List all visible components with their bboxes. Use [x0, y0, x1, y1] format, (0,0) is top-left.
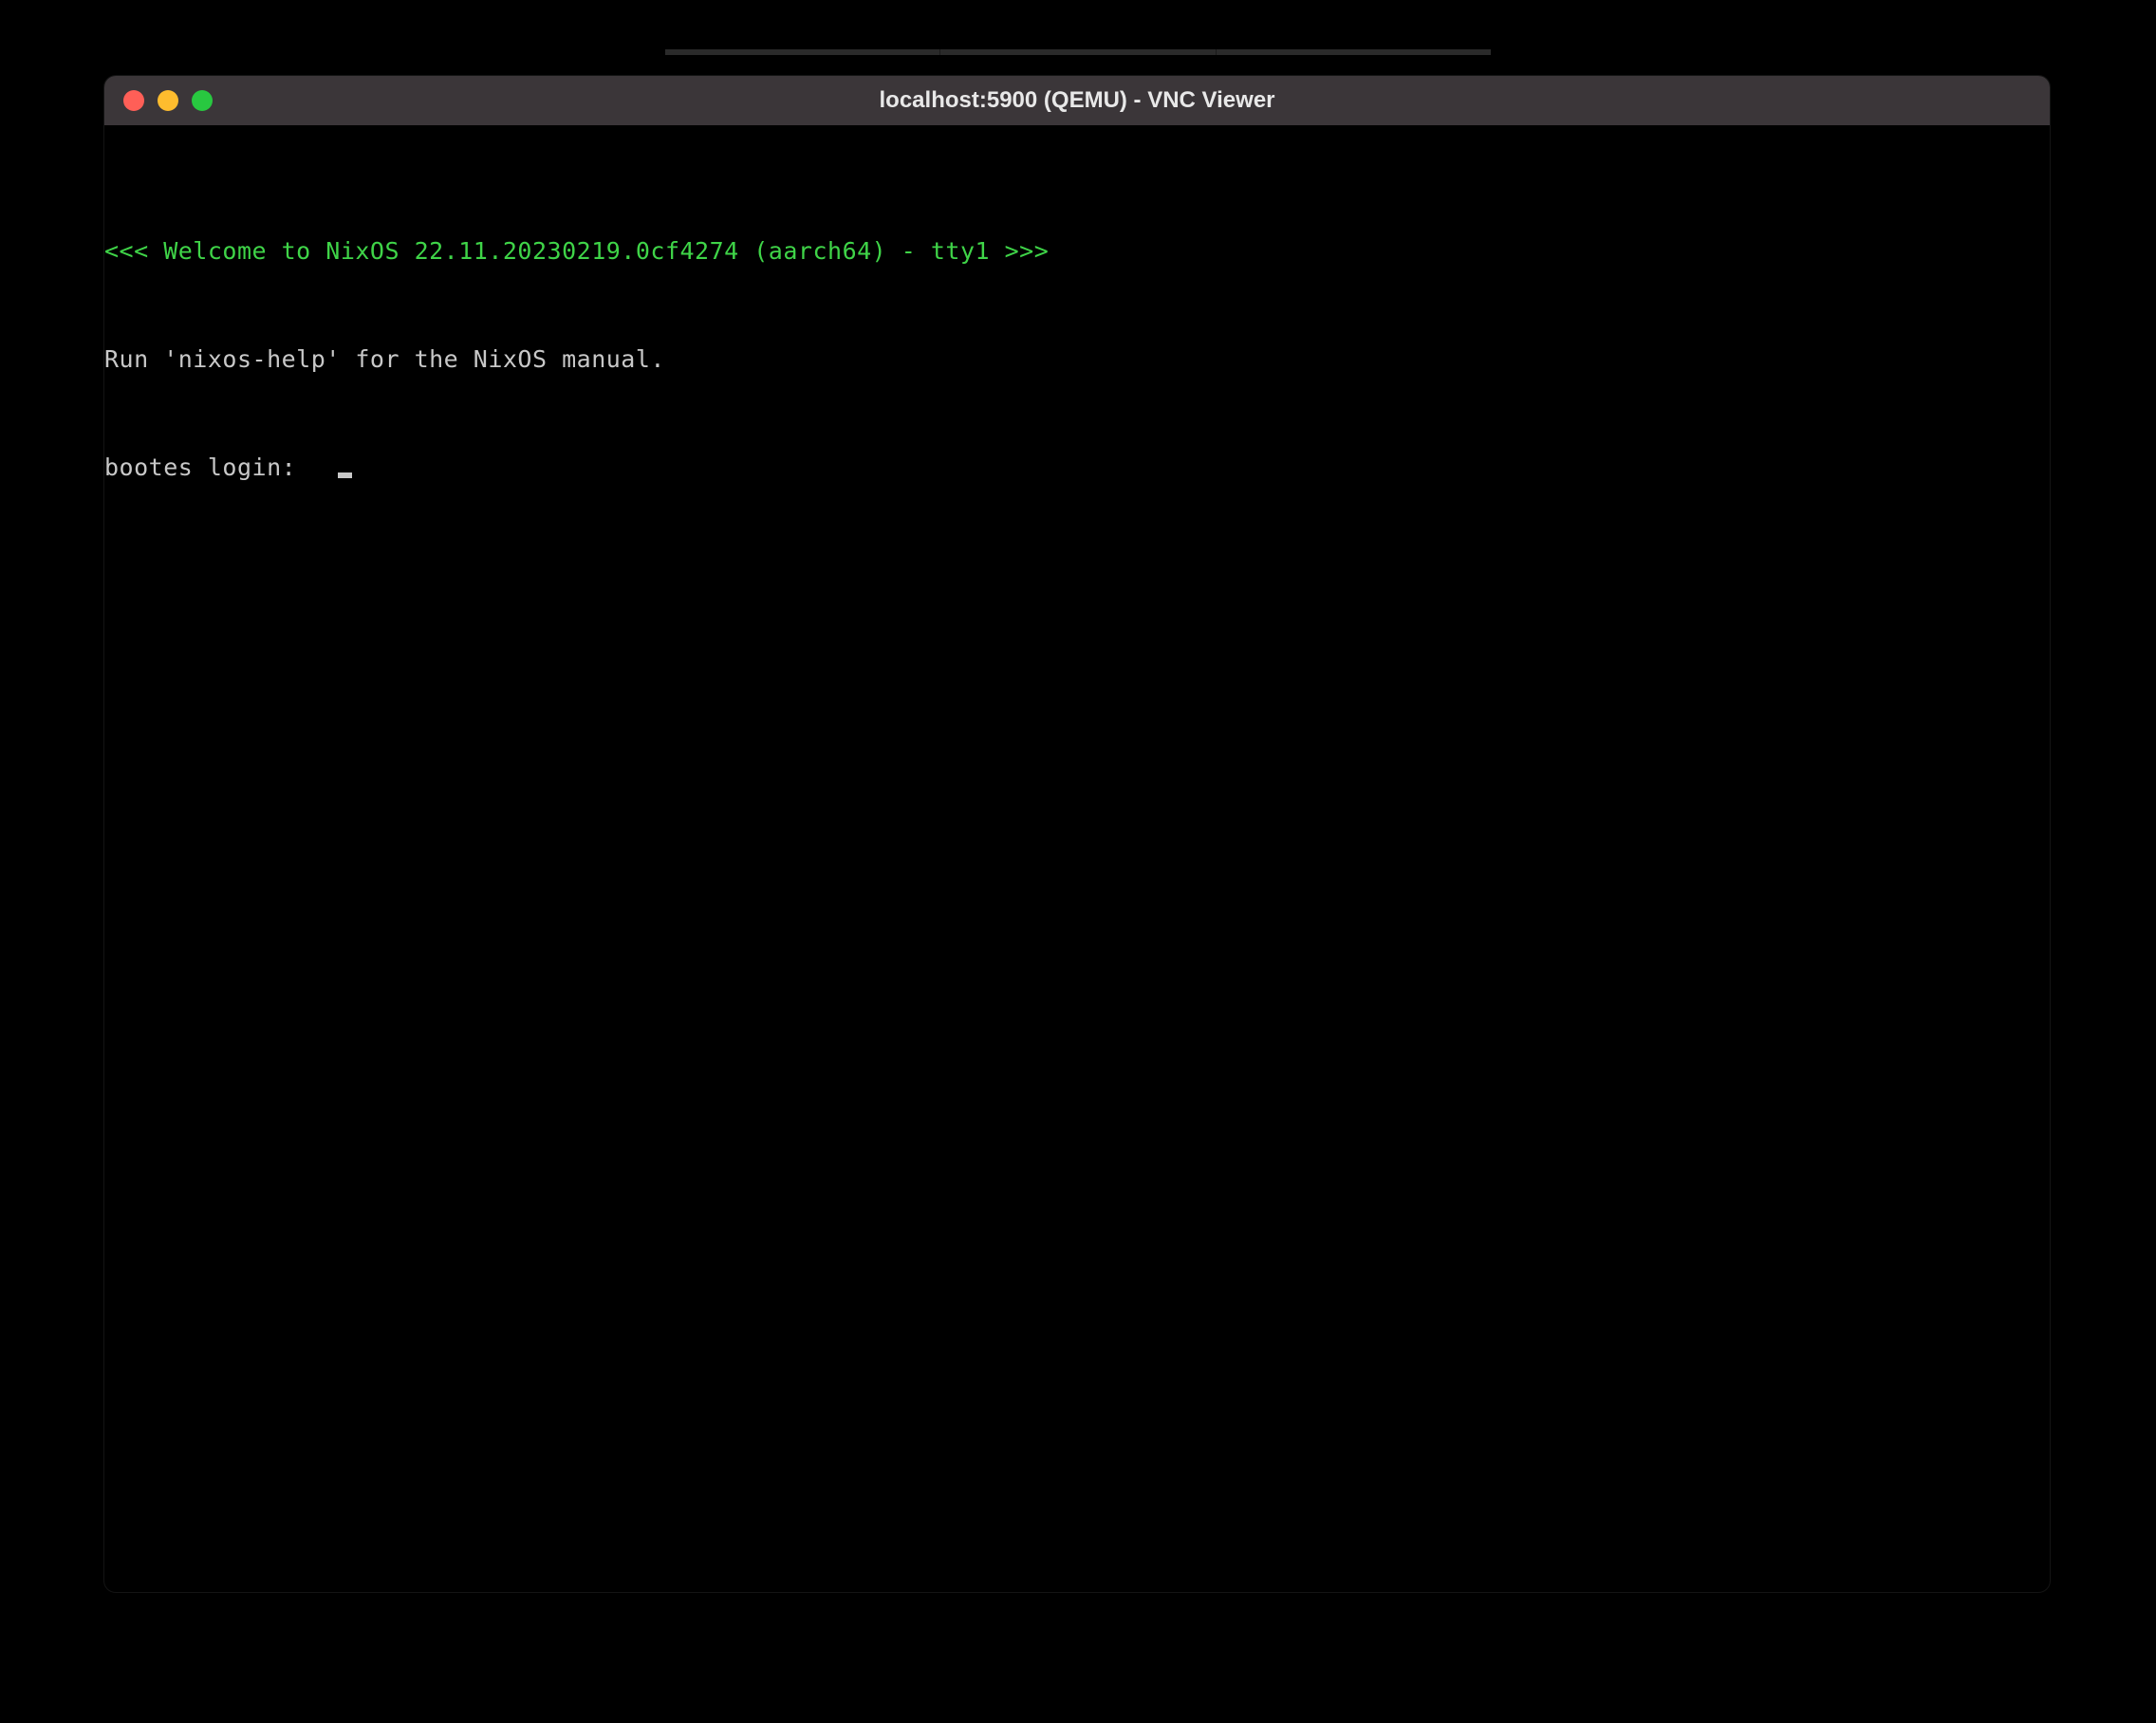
cursor-icon — [338, 472, 352, 478]
terminal-content[interactable]: <<< Welcome to NixOS 22.11.20230219.0cf4… — [104, 125, 2050, 533]
login-prompt-line[interactable]: bootes login: — [104, 455, 2050, 486]
login-prompt: bootes login: — [104, 455, 311, 486]
zoom-button[interactable] — [192, 90, 213, 111]
traffic-lights — [123, 90, 213, 111]
help-hint: Run 'nixos-help' for the NixOS manual. — [104, 347, 2050, 378]
window-title: localhost:5900 (QEMU) - VNC Viewer — [104, 87, 2050, 114]
welcome-banner: <<< Welcome to NixOS 22.11.20230219.0cf4… — [104, 239, 2050, 269]
close-button[interactable] — [123, 90, 144, 111]
titlebar[interactable]: localhost:5900 (QEMU) - VNC Viewer — [104, 76, 2050, 125]
minimize-button[interactable] — [158, 90, 178, 111]
vnc-viewer-window: localhost:5900 (QEMU) - VNC Viewer <<< W… — [104, 76, 2050, 1592]
